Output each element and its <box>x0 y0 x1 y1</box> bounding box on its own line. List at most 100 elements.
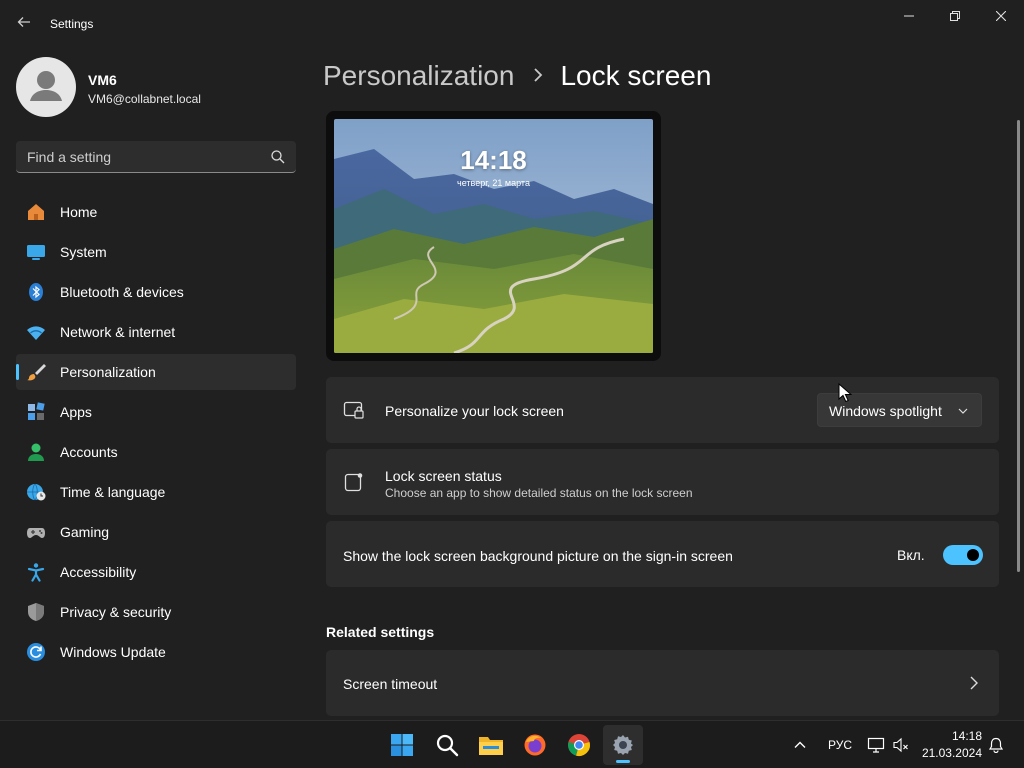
status-app-icon <box>344 473 363 492</box>
title-bar: Settings <box>0 0 1024 48</box>
breadcrumb-parent[interactable]: Personalization <box>323 60 514 92</box>
active-app-indicator <box>616 760 630 763</box>
sidebar-item-accounts[interactable]: Accounts <box>16 434 296 470</box>
lock-screen-preview-image: 14:18 четверг, 21 марта <box>334 119 653 353</box>
avatar <box>16 57 76 117</box>
taskbar-settings[interactable] <box>603 725 643 765</box>
sidebar-item-time-language[interactable]: Time & language <box>16 474 296 510</box>
bluetooth-icon <box>26 282 46 302</box>
restore-button[interactable] <box>932 0 978 32</box>
input-language-indicator[interactable]: РУС <box>828 738 852 752</box>
screen-timeout-link[interactable]: Screen timeout <box>326 650 999 716</box>
notifications-button[interactable] <box>986 735 1006 755</box>
taskbar-chrome[interactable] <box>559 725 599 765</box>
home-icon <box>26 202 46 222</box>
back-arrow-icon <box>17 17 30 27</box>
search-box[interactable] <box>16 141 296 173</box>
taskbar-search-button[interactable] <box>427 725 467 765</box>
clock-globe-icon <box>26 482 46 502</box>
minimize-icon <box>904 15 914 17</box>
personalize-lock-screen-label: Personalize your lock screen <box>385 403 564 419</box>
accessibility-icon <box>26 562 46 582</box>
taskbar-firefox[interactable] <box>515 725 555 765</box>
close-icon <box>996 11 1006 21</box>
clock-time[interactable]: 14:18 <box>920 729 982 743</box>
clock-date[interactable]: 21.03.2024 <box>920 746 982 760</box>
sidebar-item-label: Accounts <box>60 444 118 460</box>
sidebar-nav: Home System Bluetooth & devices Network … <box>16 194 296 674</box>
sidebar-item-label: Time & language <box>60 484 166 500</box>
lock-screen-icon <box>343 401 364 419</box>
lock-screen-status-card[interactable]: Lock screen status Choose an app to show… <box>326 449 999 515</box>
start-icon <box>391 734 413 756</box>
taskbar-file-explorer[interactable] <box>471 725 511 765</box>
sidebar-item-personalization[interactable]: Personalization <box>16 354 296 390</box>
signin-background-card: Show the lock screen background picture … <box>326 521 999 587</box>
chevron-down-icon <box>958 408 968 414</box>
lock-screen-status-description: Choose an app to show detailed status on… <box>385 486 693 500</box>
sidebar-item-label: Home <box>60 204 98 220</box>
settings-icon <box>613 735 633 755</box>
network-status-button[interactable] <box>866 735 886 755</box>
sidebar-item-label: Bluetooth & devices <box>60 284 184 300</box>
preview-date: четверг, 21 марта <box>457 178 530 188</box>
wifi-icon <box>26 322 46 342</box>
sidebar-item-label: System <box>60 244 107 260</box>
sidebar-item-label: Apps <box>60 404 92 420</box>
signin-background-toggle[interactable] <box>943 545 983 565</box>
minimize-button[interactable] <box>886 0 932 32</box>
sidebar-item-gaming[interactable]: Gaming <box>16 514 296 550</box>
sidebar-item-label: Personalization <box>60 364 156 380</box>
show-hidden-icons-button[interactable] <box>790 735 810 755</box>
shield-icon <box>26 602 46 622</box>
sidebar-item-label: Windows Update <box>60 644 166 660</box>
search-input[interactable] <box>16 141 261 172</box>
sidebar-item-apps[interactable]: Apps <box>16 394 296 430</box>
volume-button[interactable] <box>891 735 911 755</box>
mouse-cursor-icon <box>838 383 852 403</box>
chevron-right-icon <box>532 66 544 87</box>
screen-timeout-label: Screen timeout <box>343 676 438 692</box>
chrome-icon <box>568 734 590 756</box>
dropdown-selected-value: Windows spotlight <box>829 403 942 419</box>
user-email: VM6@collabnet.local <box>88 92 201 106</box>
file-explorer-icon <box>479 737 503 755</box>
person-avatar-icon <box>30 71 62 101</box>
brush-icon <box>26 362 46 382</box>
gamepad-icon <box>26 522 46 542</box>
sidebar-item-home[interactable]: Home <box>16 194 296 230</box>
sidebar-item-system[interactable]: System <box>16 234 296 270</box>
search-icon <box>436 734 459 757</box>
back-button[interactable] <box>14 14 34 34</box>
sidebar-item-label: Gaming <box>60 524 110 540</box>
toggle-state-label: Вкл. <box>897 547 925 563</box>
app-title: Settings <box>50 17 94 31</box>
network-icon <box>867 737 885 753</box>
sidebar-item-label: Network & internet <box>60 324 176 340</box>
breadcrumb: Personalization Lock screen <box>323 58 711 94</box>
sidebar-item-accessibility[interactable]: Accessibility <box>16 554 296 590</box>
user-profile[interactable]: VM6 VM6@collabnet.local <box>16 57 296 117</box>
refresh-icon <box>26 642 46 662</box>
related-settings-heading: Related settings <box>326 624 435 640</box>
sidebar-item-privacy[interactable]: Privacy & security <box>16 594 296 630</box>
restore-icon <box>950 11 960 21</box>
scrollbar[interactable] <box>1017 120 1020 572</box>
start-button[interactable] <box>382 725 422 765</box>
search-icon <box>271 150 285 164</box>
sidebar-item-label: Privacy & security <box>60 604 172 620</box>
apps-icon <box>26 402 46 422</box>
volume-muted-icon <box>893 737 908 753</box>
sidebar-item-label: Accessibility <box>60 564 137 580</box>
sidebar-item-windows-update[interactable]: Windows Update <box>16 634 296 670</box>
chevron-up-icon <box>794 741 806 748</box>
system-icon <box>26 242 46 262</box>
sidebar-item-network[interactable]: Network & internet <box>16 314 296 350</box>
lock-screen-status-label: Lock screen status <box>385 468 502 484</box>
preview-time: 14:18 <box>460 145 527 175</box>
personalize-lock-screen-card: Personalize your lock screen Windows spo… <box>326 377 999 443</box>
close-button[interactable] <box>978 0 1024 32</box>
lock-screen-preview: 14:18 четверг, 21 марта <box>326 111 661 361</box>
sidebar-item-bluetooth[interactable]: Bluetooth & devices <box>16 274 296 310</box>
chevron-right-icon <box>970 676 978 690</box>
